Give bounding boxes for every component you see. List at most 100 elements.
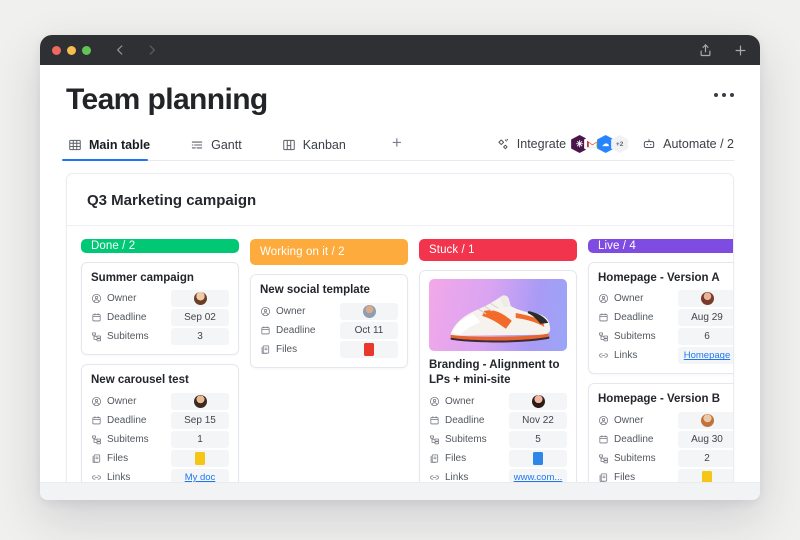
field-label: Files bbox=[445, 453, 467, 464]
field-value[interactable] bbox=[678, 290, 733, 308]
automate-label: Automate / 2 bbox=[663, 137, 734, 151]
minimize-window-button[interactable] bbox=[67, 45, 76, 55]
sneaker-photo[interactable] bbox=[429, 278, 567, 351]
field-value[interactable]: 1 bbox=[171, 431, 229, 448]
tab-main-table[interactable]: Main table bbox=[61, 132, 164, 161]
more-options-button[interactable] bbox=[714, 93, 734, 97]
field-value[interactable] bbox=[171, 290, 229, 308]
link-text[interactable]: Homepage bbox=[684, 350, 730, 361]
links-icon bbox=[598, 350, 609, 361]
owner-icon bbox=[260, 306, 271, 317]
column-header[interactable]: Working on it / 2 bbox=[250, 239, 408, 265]
column-header[interactable]: Done / 2 bbox=[81, 239, 239, 253]
share-icon[interactable] bbox=[698, 43, 713, 58]
field-value[interactable]: Nov 22 bbox=[509, 412, 567, 429]
card-title: New carousel test bbox=[91, 374, 189, 387]
field-value[interactable]: 3 bbox=[171, 328, 229, 346]
file-thumbnail-icon bbox=[195, 452, 205, 465]
field-label-group: Files bbox=[91, 453, 171, 464]
field-label-group: Deadline bbox=[91, 312, 171, 323]
field-value[interactable] bbox=[340, 302, 398, 320]
field-label: Owner bbox=[445, 396, 475, 407]
field-label: Deadline bbox=[276, 324, 316, 336]
field-label: Subitems bbox=[614, 453, 656, 464]
column-header[interactable]: Stuck / 1 bbox=[419, 239, 577, 261]
card-field-row: Deadline Aug 30 bbox=[598, 431, 733, 448]
view-tabs: Main table Gantt Kanban + Integrate ✳ ☁ … bbox=[61, 130, 734, 161]
files-icon bbox=[260, 344, 271, 355]
board-card-item[interactable]: Summer campaign Owner Deadline Sep 02 Subite… bbox=[81, 261, 239, 356]
subitems-icon bbox=[429, 434, 440, 445]
automate-button[interactable]: Automate / 2 bbox=[642, 137, 734, 151]
board-area: Q3 Marketing campaign Done / 2 Summer cam… bbox=[40, 161, 760, 500]
field-value[interactable]: Homepage bbox=[678, 347, 733, 365]
field-label: Files bbox=[276, 343, 298, 355]
field-label-group: Deadline bbox=[260, 325, 340, 336]
field-value[interactable]: Aug 29 bbox=[678, 309, 733, 327]
card-field-row: Deadline Sep 02 bbox=[91, 309, 229, 327]
board-card-item[interactable]: New social template Owner Deadline Oct 11 Fi… bbox=[250, 274, 408, 368]
board-card-item[interactable]: New carousel test Owner Deadline Sep 15 Subi… bbox=[81, 364, 239, 496]
field-label-group: Subitems bbox=[598, 453, 678, 464]
subitems-icon bbox=[91, 434, 102, 445]
integration-app-icons[interactable]: ✳ ☁ +2 bbox=[571, 135, 629, 153]
field-label-group: Subitems bbox=[429, 434, 509, 445]
column-header[interactable]: Live / 4 bbox=[588, 239, 733, 253]
field-label-group: Subitems bbox=[598, 331, 678, 342]
browser-window: Team planning Main table Gantt Kanban + … bbox=[40, 35, 760, 500]
field-value[interactable] bbox=[509, 393, 567, 410]
add-view-button[interactable]: + bbox=[384, 130, 410, 160]
board-card-item[interactable]: Homepage - Version A Owner Deadline Aug 29 S… bbox=[588, 261, 733, 375]
field-value[interactable]: Sep 15 bbox=[171, 412, 229, 429]
card-field-row: Subitems 3 bbox=[91, 328, 229, 346]
field-value[interactable] bbox=[509, 450, 567, 467]
forward-button[interactable] bbox=[145, 43, 159, 57]
field-value[interactable]: 2 bbox=[678, 450, 733, 467]
back-button[interactable] bbox=[113, 43, 127, 57]
tab-gantt[interactable]: Gantt bbox=[188, 132, 256, 160]
field-value[interactable]: Sep 02 bbox=[171, 309, 229, 327]
avatar bbox=[531, 395, 545, 408]
avatar bbox=[193, 292, 207, 306]
field-value[interactable]: Oct 11 bbox=[340, 321, 398, 339]
owner-icon bbox=[91, 293, 102, 304]
avatar bbox=[362, 304, 376, 318]
field-label-group: Owner bbox=[429, 396, 509, 407]
owner-icon bbox=[598, 293, 609, 304]
table-icon bbox=[68, 138, 82, 152]
file-thumbnail-icon bbox=[364, 342, 374, 356]
maximize-window-button[interactable] bbox=[82, 45, 91, 55]
board-card-item[interactable]: Homepage - Version B Owner Deadline Aug 30 S… bbox=[588, 383, 733, 496]
field-label-group: Owner bbox=[91, 293, 171, 304]
field-label-group: Owner bbox=[598, 415, 678, 426]
page-title: Team planning bbox=[66, 83, 268, 116]
tab-kanban[interactable]: Kanban bbox=[280, 132, 360, 160]
field-value[interactable]: 6 bbox=[678, 328, 733, 346]
field-label: Deadline bbox=[614, 434, 654, 445]
field-label: Links bbox=[614, 350, 638, 362]
field-label: Owner bbox=[107, 396, 137, 407]
field-value[interactable] bbox=[340, 340, 398, 358]
field-label-group: Deadline bbox=[598, 312, 678, 323]
field-value[interactable] bbox=[171, 450, 229, 467]
field-value[interactable]: 5 bbox=[509, 431, 567, 448]
card-field-row: Subitems 5 bbox=[429, 431, 567, 448]
calendar-icon bbox=[598, 312, 609, 323]
field-label: Owner bbox=[614, 415, 644, 426]
board-card-item[interactable]: Branding - Alignment to LPs + mini-site O… bbox=[419, 269, 577, 496]
file-thumbnail-icon bbox=[533, 452, 543, 465]
integrate-button[interactable]: Integrate ✳ ☁ +2 bbox=[496, 135, 629, 153]
files-icon bbox=[91, 453, 102, 464]
card-title: Branding - Alignment to LPs + mini-site bbox=[429, 358, 560, 387]
field-value[interactable] bbox=[171, 393, 229, 410]
card-field-row: Deadline Oct 11 bbox=[260, 321, 398, 339]
field-label-group: Deadline bbox=[91, 415, 171, 426]
field-value[interactable] bbox=[678, 412, 733, 429]
card-field-row: Owner bbox=[260, 302, 398, 320]
field-value[interactable]: Aug 30 bbox=[678, 431, 733, 448]
close-window-button[interactable] bbox=[52, 45, 61, 55]
more-apps-badge[interactable]: +2 bbox=[611, 135, 629, 153]
card-title: New social template bbox=[260, 284, 370, 296]
new-tab-icon[interactable] bbox=[733, 43, 748, 58]
app-content: Team planning Main table Gantt Kanban + … bbox=[40, 65, 760, 500]
